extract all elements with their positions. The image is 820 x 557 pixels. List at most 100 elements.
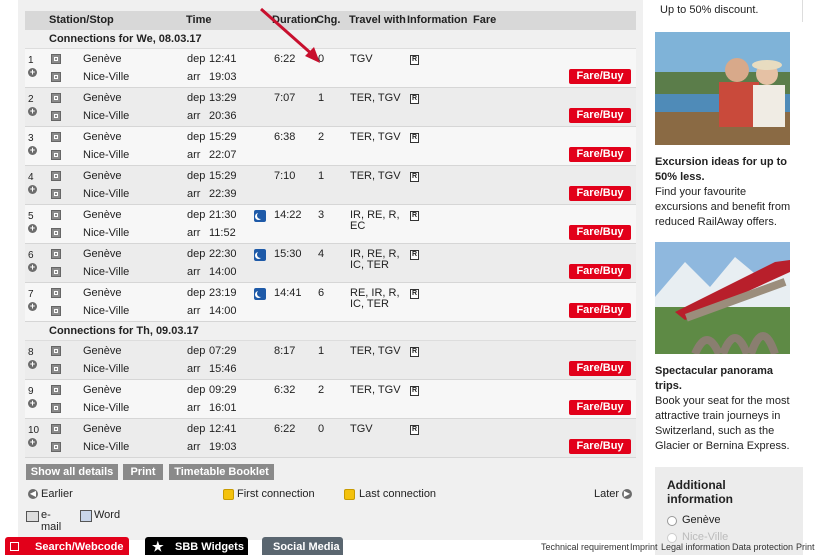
email-link[interactable]: e-mail <box>41 509 61 533</box>
expand-icon[interactable]: + <box>28 68 37 77</box>
expand-icon[interactable]: + <box>28 263 37 272</box>
arr-label: arr <box>187 266 201 278</box>
chevron-left-icon[interactable]: ◀ <box>28 489 38 499</box>
fare-buy-button[interactable]: Fare/Buy <box>569 303 631 318</box>
print-link[interactable]: Print <box>796 542 815 552</box>
to-station[interactable]: Nice-Ville <box>83 441 129 453</box>
dep-label: dep <box>187 131 206 143</box>
promo1-title[interactable]: Excursion ideas for up to <box>655 155 787 170</box>
fare-buy-button[interactable]: Fare/Buy <box>569 361 631 376</box>
arr-label: arr <box>187 363 201 375</box>
arr-label: arr <box>187 305 201 317</box>
timetable-booklet-button[interactable]: Timetable Booklet <box>169 464 274 480</box>
expand-icon[interactable]: + <box>28 185 37 194</box>
reservation-icon[interactable]: R <box>410 289 419 299</box>
connection-number: 5 <box>28 211 34 222</box>
from-station[interactable]: Genève <box>83 248 122 260</box>
expand-icon[interactable]: + <box>28 302 37 311</box>
reservation-icon[interactable]: R <box>410 94 419 104</box>
to-station[interactable]: Nice-Ville <box>83 188 129 200</box>
travel-with: TGV <box>350 423 373 435</box>
promo2-text: Switzerland, such as the <box>655 425 775 437</box>
expand-icon[interactable]: + <box>28 399 37 408</box>
from-station[interactable]: Genève <box>83 287 122 299</box>
reservation-icon[interactable]: R <box>410 250 419 260</box>
table-row[interactable]: 7 + Genève Nice-Ville dep arr 23:19 14:00 14:41 6… <box>25 283 636 322</box>
reservation-icon[interactable]: R <box>410 133 419 143</box>
from-station[interactable]: Genève <box>83 131 122 143</box>
chevron-right-icon[interactable]: ▶ <box>622 489 632 499</box>
radio-geneve[interactable] <box>667 516 677 526</box>
to-station[interactable]: Nice-Ville <box>83 227 129 239</box>
to-station[interactable]: Nice-Ville <box>83 149 129 161</box>
panorama-train-photo[interactable] <box>655 242 790 354</box>
promo2-title-2[interactable]: trips. <box>655 379 682 394</box>
from-station[interactable]: Genève <box>83 384 122 396</box>
technical-requirement-link[interactable]: Technical requirement <box>541 542 629 552</box>
fare-buy-button[interactable]: Fare/Buy <box>569 186 631 201</box>
table-row[interactable]: 6 + Genève Nice-Ville dep arr 22:30 14:00 15:30 4… <box>25 244 636 283</box>
table-row[interactable]: 8 + Genève Nice-Ville dep arr 07:29 15:46 8:17 1 T… <box>25 341 636 380</box>
col-time[interactable]: Time <box>186 14 211 26</box>
fare-buy-button[interactable]: Fare/Buy <box>569 400 631 415</box>
table-row[interactable]: 9 + Genève Nice-Ville dep arr 09:29 16:01 6:32 2 T… <box>25 380 636 419</box>
last-connection-link[interactable]: Last connection <box>359 488 436 500</box>
to-station[interactable]: Nice-Ville <box>83 110 129 122</box>
table-row[interactable]: 3 + Genève Nice-Ville dep arr 15:29 22:07 6:38 2 T… <box>25 127 636 166</box>
word-link[interactable]: Word <box>94 509 120 521</box>
from-station[interactable]: Genève <box>83 209 122 221</box>
promo2-title[interactable]: Spectacular panorama <box>655 364 773 379</box>
table-row[interactable]: 4 + Genève Nice-Ville dep arr 15:29 22:39 7:10 1 T… <box>25 166 636 205</box>
from-station[interactable]: Genève <box>83 345 122 357</box>
from-station[interactable]: Genève <box>83 53 122 65</box>
fare-buy-button[interactable]: Fare/Buy <box>569 439 631 454</box>
from-station[interactable]: Genève <box>83 92 122 104</box>
from-station[interactable]: Genève <box>83 170 122 182</box>
reservation-icon[interactable]: R <box>410 172 419 182</box>
dep-label: dep <box>187 423 206 435</box>
fare-buy-button[interactable]: Fare/Buy <box>569 225 631 240</box>
expand-icon[interactable]: + <box>28 107 37 116</box>
connection-number: 4 <box>28 172 34 183</box>
excursion-photo[interactable] <box>655 32 790 145</box>
reservation-icon[interactable]: R <box>410 425 419 435</box>
fare-buy-button[interactable]: Fare/Buy <box>569 69 631 84</box>
to-station[interactable]: Nice-Ville <box>83 305 129 317</box>
reservation-icon[interactable]: R <box>410 386 419 396</box>
reservation-icon[interactable]: R <box>410 211 419 221</box>
reservation-icon[interactable]: R <box>410 347 419 357</box>
promo1-title-2[interactable]: 50% less. <box>655 170 705 185</box>
show-all-details-button[interactable]: Show all details <box>26 464 118 480</box>
imprint-link[interactable]: Imprint <box>630 542 658 552</box>
fare-buy-button[interactable]: Fare/Buy <box>569 264 631 279</box>
table-row[interactable]: 2 + Genève Nice-Ville dep arr 13:29 20:36 7:07 1 T… <box>25 88 636 127</box>
expand-icon[interactable]: + <box>28 224 37 233</box>
table-row[interactable]: 10 + Genève Nice-Ville dep arr 12:41 19:03 6:22 0… <box>25 419 636 458</box>
search-webcode-button[interactable]: Search/Webcode <box>5 537 129 555</box>
from-station[interactable]: Genève <box>83 423 122 435</box>
first-connection-link[interactable]: First connection <box>237 488 315 500</box>
social-media-button[interactable]: Social Media <box>262 537 343 555</box>
later-link[interactable]: Later <box>594 488 619 500</box>
col-station[interactable]: Station/Stop <box>49 14 114 26</box>
to-station[interactable]: Nice-Ville <box>83 402 129 414</box>
expand-icon[interactable]: + <box>28 146 37 155</box>
station-icon <box>51 189 61 199</box>
data-protection-link[interactable]: Data protection <box>732 542 793 552</box>
table-row[interactable]: 1 + Genève Nice-Ville dep arr 12:41 19:03 6:22 0 T… <box>25 49 636 88</box>
reservation-icon[interactable]: R <box>410 55 419 65</box>
print-button[interactable]: Print <box>123 464 163 480</box>
expand-icon[interactable]: + <box>28 360 37 369</box>
fare-buy-button[interactable]: Fare/Buy <box>569 108 631 123</box>
sbb-widgets-button[interactable]: ★ SBB Widgets <box>145 537 248 555</box>
fare-buy-button[interactable]: Fare/Buy <box>569 147 631 162</box>
to-station[interactable]: Nice-Ville <box>83 363 129 375</box>
to-station[interactable]: Nice-Ville <box>83 71 129 83</box>
legal-information-link[interactable]: Legal information <box>661 542 730 552</box>
connection-number: 8 <box>28 347 34 358</box>
expand-icon[interactable]: + <box>28 438 37 447</box>
earlier-link[interactable]: Earlier <box>41 488 73 500</box>
to-station[interactable]: Nice-Ville <box>83 266 129 278</box>
table-row[interactable]: 5 + Genève Nice-Ville dep arr 21:30 11:52 14:22 3… <box>25 205 636 244</box>
connection-number: 7 <box>28 289 34 300</box>
